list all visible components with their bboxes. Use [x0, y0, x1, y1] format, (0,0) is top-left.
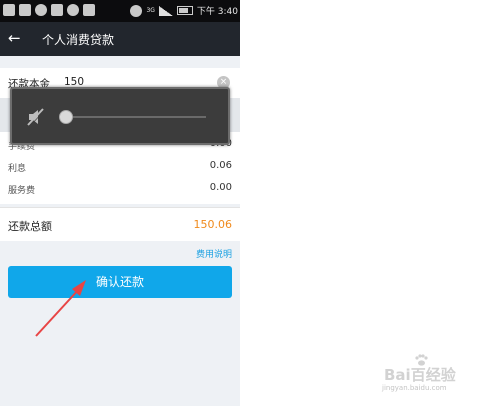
volume-overlay — [10, 87, 230, 145]
app-header: ← 个人消费贷款 — [0, 22, 240, 56]
page-title: 个人消费贷款 — [42, 33, 115, 47]
fee-row-interest: 利息 0.06 — [0, 156, 240, 178]
phone-screen: 3G 下午 3:40 ← 个人消费贷款 还款本金 150 × 手续费 0.00 … — [0, 0, 240, 406]
battery-icon — [176, 6, 193, 15]
wifi-signal-icon — [67, 4, 79, 16]
fee-value: 0.06 — [209, 160, 232, 171]
wechat-icon — [19, 4, 31, 16]
fee-value: 0.00 — [209, 182, 232, 193]
notification-icons — [3, 4, 95, 16]
clock: 下午 3:40 — [196, 7, 238, 17]
fee-label: 服务费 — [8, 186, 36, 196]
confirm-repayment-button[interactable]: 确认还款 — [8, 266, 232, 298]
volume-slider[interactable] — [59, 110, 206, 124]
watermark-text: Bai百经验 — [384, 366, 456, 384]
status-bar: 3G 下午 3:40 — [0, 0, 240, 22]
cloud-icon — [51, 4, 63, 16]
total-row: 还款总额 150.06 — [0, 207, 240, 241]
alarm-icon — [130, 4, 143, 17]
signal-icon — [158, 5, 173, 16]
fee-explanation-link[interactable]: 费用说明 — [196, 247, 232, 260]
network-type-label: 3G — [146, 7, 155, 14]
notification-icon — [3, 4, 15, 16]
back-arrow-icon[interactable]: ← — [8, 29, 21, 47]
fee-row-service: 服务费 0.00 — [0, 178, 240, 200]
total-label: 还款总额 — [8, 220, 52, 233]
watermark-url: jingyan.baidu.com — [382, 384, 447, 392]
speaker-muted-icon[interactable] — [26, 107, 46, 127]
volume-slider-thumb[interactable] — [59, 110, 73, 124]
app-icon — [35, 4, 47, 16]
fee-label: 利息 — [8, 164, 27, 174]
cat-icon — [83, 4, 95, 16]
system-icons: 3G 下午 3:40 — [130, 4, 238, 17]
total-value: 150.06 — [193, 218, 233, 231]
baidu-jingyan-watermark: Bai百经验 jingyan.baidu.com — [378, 354, 478, 394]
